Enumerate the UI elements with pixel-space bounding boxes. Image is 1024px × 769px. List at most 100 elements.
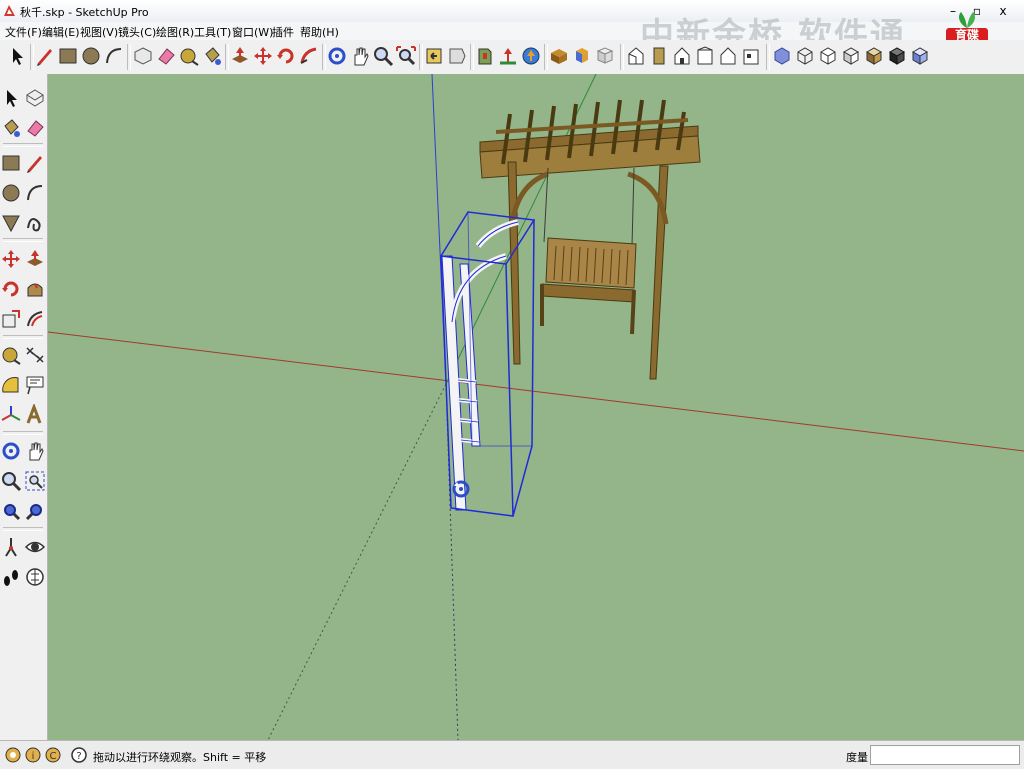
leaf-icon [959, 12, 975, 28]
arc-icon[interactable] [103, 45, 125, 67]
push-pull-icon[interactable] [24, 248, 46, 270]
close-button[interactable]: x [992, 2, 1014, 20]
previous-view-icon[interactable] [423, 45, 445, 67]
3d-text-icon[interactable] [24, 402, 46, 426]
zoom-extents-icon[interactable] [395, 45, 417, 67]
pan-icon[interactable] [24, 440, 46, 462]
previous-icon[interactable] [24, 500, 46, 522]
left-view-icon[interactable] [740, 45, 762, 67]
status-hint: 拖动以进行环绕观察。Shift = 平移 [93, 751, 267, 764]
right-view-icon[interactable] [694, 45, 716, 67]
wireframe-icon[interactable] [794, 45, 816, 67]
follow-me-icon[interactable] [298, 45, 320, 67]
back-edges-icon[interactable] [909, 45, 931, 67]
offset-icon[interactable] [24, 308, 46, 330]
monochrome-icon[interactable] [886, 45, 908, 67]
make-component-icon[interactable] [132, 45, 154, 67]
rotate-icon[interactable] [275, 45, 297, 67]
eraser-icon[interactable] [24, 117, 46, 139]
zoom-icon[interactable] [0, 470, 22, 492]
position-camera-icon[interactable] [0, 536, 22, 558]
dimension-icon[interactable] [24, 344, 46, 366]
front-view-icon[interactable] [671, 45, 693, 67]
tape-measure-icon[interactable] [0, 344, 22, 366]
shaded-icon[interactable] [840, 45, 862, 67]
select-icon[interactable] [0, 87, 22, 109]
menu-plugins[interactable]: 插件 [272, 24, 294, 40]
tool-divider [3, 431, 43, 435]
xray-icon[interactable] [771, 45, 793, 67]
green-axis-negative [267, 383, 447, 740]
back-view-icon[interactable] [717, 45, 739, 67]
protractor-icon[interactable] [0, 374, 22, 396]
measurements-label: 度量 [846, 751, 868, 764]
menu-file[interactable]: 文件(F) [5, 24, 42, 40]
move-icon[interactable] [252, 45, 274, 67]
shaded-texture-icon[interactable] [863, 45, 885, 67]
menu-help[interactable]: 帮助(H) [300, 24, 339, 40]
rectangle-icon[interactable] [57, 45, 79, 67]
scale-icon[interactable] [0, 308, 22, 330]
menu-window[interactable]: 窗口(W) [232, 24, 273, 40]
tape-measure-icon[interactable] [178, 45, 200, 67]
push-pull-icon[interactable] [229, 45, 251, 67]
share-component-icon[interactable] [571, 45, 593, 67]
pergola-swing-frame[interactable] [479, 99, 701, 380]
get-models-icon[interactable] [520, 45, 542, 67]
svg-text:i: i [32, 751, 35, 762]
menu-draw[interactable]: 绘图(R) [156, 24, 194, 40]
circle-icon[interactable] [80, 45, 102, 67]
add-location-icon[interactable] [474, 45, 496, 67]
pencil-icon[interactable] [24, 152, 46, 174]
geolocation-icon[interactable] [4, 746, 22, 764]
toolbar-divider [766, 44, 770, 70]
toggle-terrain-icon[interactable] [497, 45, 519, 67]
polygon-icon[interactable] [0, 212, 22, 234]
paint-bucket-icon[interactable] [201, 45, 223, 67]
red-axis [48, 331, 1024, 452]
menu-edit[interactable]: 编辑(E) [42, 24, 80, 40]
toolbar-divider [620, 44, 624, 70]
next-view-icon[interactable] [446, 45, 468, 67]
pencil-icon[interactable] [34, 45, 56, 67]
walk-icon[interactable] [0, 566, 22, 588]
text-icon[interactable] [24, 374, 46, 396]
circle-icon[interactable] [0, 182, 22, 204]
drawing-viewport[interactable] [48, 74, 1024, 740]
section-plane-icon[interactable] [24, 566, 46, 588]
model-info-icon[interactable] [594, 45, 616, 67]
orbit-icon[interactable] [326, 45, 348, 67]
rotate-icon[interactable] [0, 278, 22, 300]
svg-text:C: C [50, 751, 57, 762]
make-component-icon[interactable] [24, 87, 46, 109]
pan-icon[interactable] [349, 45, 371, 67]
axes-icon[interactable] [0, 404, 22, 426]
copyright-icon[interactable]: C [44, 746, 62, 764]
iso-view-icon[interactable] [625, 45, 647, 67]
look-around-icon[interactable] [24, 536, 46, 558]
zoom-extents-icon[interactable] [0, 500, 22, 522]
credits-icon[interactable]: i [24, 746, 42, 764]
paint-bucket-icon[interactable] [0, 117, 22, 139]
select-icon[interactable] [6, 45, 28, 67]
menu-tools[interactable]: 工具(T) [194, 24, 231, 40]
top-view-icon[interactable] [648, 45, 670, 67]
status-bar: i C ? 拖动以进行环绕观察。Shift = 平移 度量 [0, 740, 1024, 769]
sketchup-app-icon [4, 5, 15, 16]
menu-view[interactable]: 视图(V) [80, 24, 118, 40]
arc-icon[interactable] [24, 182, 46, 204]
menu-camera[interactable]: 镜头(C) [118, 24, 156, 40]
eraser-icon[interactable] [155, 45, 177, 67]
zoom-icon[interactable] [372, 45, 394, 67]
rectangle-icon[interactable] [0, 152, 22, 174]
orbit-icon[interactable] [0, 440, 22, 462]
svg-text:?: ? [76, 751, 81, 762]
freehand-icon[interactable] [24, 212, 46, 234]
share-model-icon[interactable] [548, 45, 570, 67]
hidden-line-icon[interactable] [817, 45, 839, 67]
move-icon[interactable] [0, 248, 22, 270]
follow-me-icon[interactable] [24, 278, 46, 300]
help-icon[interactable]: ? [70, 746, 88, 764]
zoom-window-icon[interactable] [24, 470, 46, 492]
measurements-input[interactable] [870, 745, 1020, 765]
